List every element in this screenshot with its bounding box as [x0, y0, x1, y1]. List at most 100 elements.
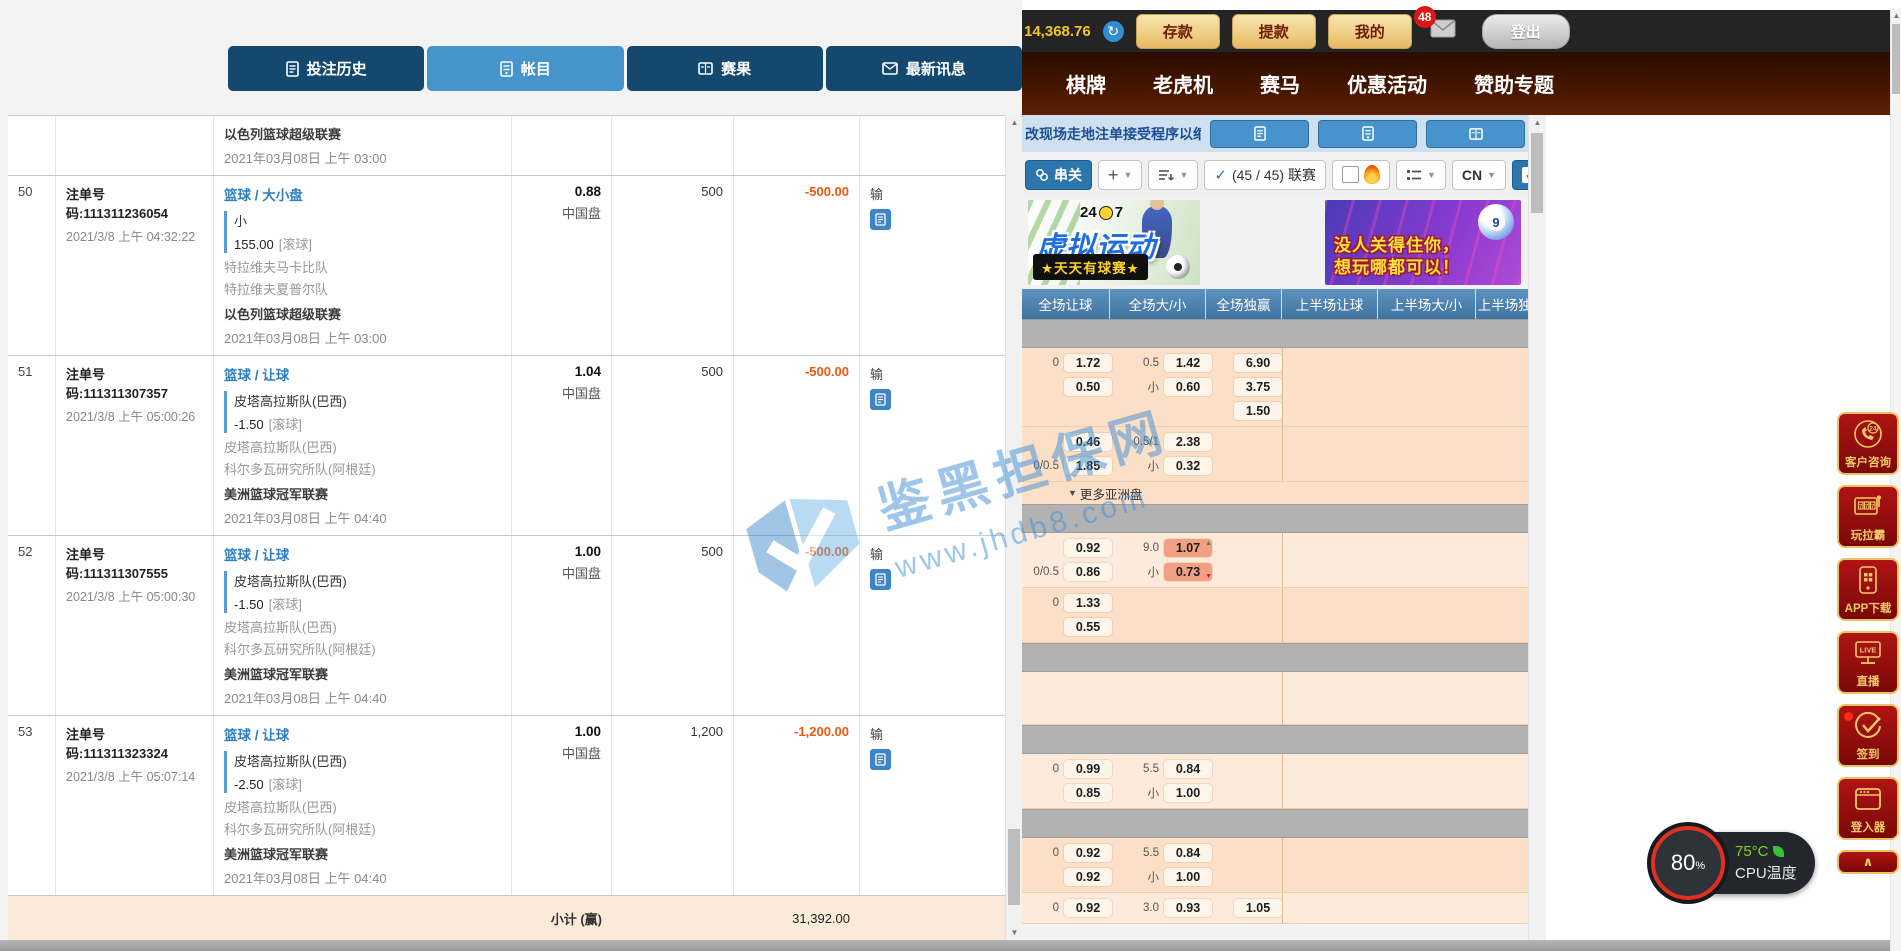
statement-view-button[interactable] [1318, 120, 1417, 148]
odds-block-right-area [1282, 588, 1528, 642]
nav-item-promotions[interactable]: 优惠活动 [1347, 69, 1427, 98]
odds-cell[interactable]: 0.84 [1164, 760, 1212, 778]
odds-cell[interactable]: 1.50 [1234, 402, 1282, 420]
odds-cell[interactable]: 2.38 [1164, 433, 1212, 451]
nav-item-slots[interactable]: 老虎机 [1153, 69, 1213, 98]
tab-account[interactable]: 帐目 [427, 46, 623, 91]
tab-results[interactable]: 赛果 [627, 46, 823, 91]
withdraw-button[interactable]: 提款 [1232, 14, 1316, 49]
odds-cell[interactable]: 1.05 [1234, 899, 1282, 917]
col-half-handicap[interactable]: 上半场让球 [1282, 289, 1378, 319]
col-half-moneyline[interactable]: 上半场独赢 [1476, 289, 1528, 319]
svg-text:LIVE: LIVE [1860, 646, 1877, 655]
slots-button[interactable]: 777 玩拉霸 [1837, 485, 1899, 548]
odds-cell[interactable]: 0.60 [1164, 378, 1212, 396]
language-selector[interactable]: CN ▼ [1452, 160, 1506, 190]
order-number: 注单号码:111311323324 [66, 727, 168, 761]
odds-cell[interactable]: 1.33 [1064, 594, 1112, 612]
betting-panel-scrollbar[interactable]: ▲ [1528, 115, 1546, 940]
quick-bet-toggle[interactable]: ✓ 快速投注 [1512, 160, 1528, 190]
odds-cell[interactable]: 1.72 [1064, 354, 1112, 372]
scrollbar-thumb[interactable] [1892, 24, 1900, 94]
odds-cell[interactable]: 1.00 [1164, 868, 1212, 886]
odds-cell[interactable]: 0.92 [1064, 899, 1112, 917]
view-mode-button[interactable]: ▼ [1396, 160, 1446, 190]
logout-button[interactable]: 登出 [1482, 14, 1570, 49]
subtotal-win-label: 小计 (赢) [8, 909, 612, 928]
nav-item-board-games[interactable]: 棋牌 [1066, 69, 1106, 98]
odds-cell[interactable]: 0.92 [1064, 868, 1112, 886]
market-link[interactable]: 篮球 / 让球 [224, 548, 289, 563]
bet-detail-icon[interactable] [870, 749, 891, 770]
scroll-up-arrow[interactable]: ▲ [1006, 115, 1023, 130]
check-in-button[interactable]: 签到 [1837, 704, 1899, 767]
scroll-up-arrow[interactable]: ▲ [1891, 8, 1901, 23]
live-stream-button[interactable]: LIVE 直播 [1837, 631, 1899, 694]
customer-service-button[interactable]: 24 客户咨询 [1837, 412, 1899, 475]
my-account-button[interactable]: 我的 [1328, 14, 1412, 49]
odds-cell[interactable]: 0.85 [1064, 784, 1112, 802]
odds-cell[interactable]: 0.46 [1064, 433, 1112, 451]
away-team: 特拉维夫夏普尔队 [224, 281, 501, 299]
col-full-handicap[interactable]: 全场让球 [1022, 289, 1110, 319]
tab-bet-history[interactable]: 投注历史 [228, 46, 424, 91]
odds-cell[interactable]: 0.92 [1064, 844, 1112, 862]
odds-cell[interactable]: 1.85 [1064, 457, 1112, 475]
scrollbar-thumb[interactable] [1008, 829, 1020, 905]
col-half-over-under[interactable]: 上半场大/小 [1378, 289, 1476, 319]
betslip-view-button[interactable] [1210, 120, 1309, 148]
away-team: 科尔多瓦研究所队(阿根廷) [224, 461, 501, 479]
launcher-button[interactable]: 登入器 [1837, 777, 1899, 840]
odds-cell[interactable]: 1.00 [1164, 784, 1212, 802]
scrollbar-thumb[interactable] [1531, 133, 1543, 213]
parlay-button[interactable]: 串关 [1025, 160, 1092, 190]
bet-detail-icon[interactable] [870, 569, 891, 590]
scroll-up-arrow[interactable]: ▲ [1529, 115, 1546, 130]
odds-block: 01.720.500.51.42小0.606.903.751.50 [1022, 348, 1528, 427]
play-anywhere-banner[interactable]: 9 没人关得住你， 想玩哪都可以！ [1325, 200, 1521, 285]
badge-7: 7 [1115, 204, 1123, 221]
app-download-button[interactable]: APP下载 [1837, 558, 1899, 621]
odds-cell[interactable]: 0.84 [1164, 844, 1212, 862]
odds-cell[interactable]: 1.07▲ [1164, 539, 1212, 557]
odds-cell[interactable]: 3.75 [1234, 378, 1282, 396]
deposit-button[interactable]: 存款 [1136, 14, 1220, 49]
left-panel-scrollbar[interactable]: ▲ ▼ [1005, 115, 1023, 940]
more-asian-handicap-link[interactable]: ▼更多亚洲盘 [1022, 482, 1528, 504]
hot-checkbox[interactable] [1342, 166, 1359, 183]
refresh-balance-icon[interactable]: ↻ [1103, 21, 1124, 42]
notice-bar: 改现场走地注单接受程序以缩短注 [1022, 115, 1528, 152]
odds-cell[interactable]: 0.92 [1064, 539, 1112, 557]
nav-item-horse-racing[interactable]: 赛马 [1260, 69, 1300, 98]
bet-detail-icon[interactable] [870, 209, 891, 230]
messages-button[interactable]: 48 [1430, 19, 1456, 43]
collapse-menu-button[interactable]: ∧ [1837, 850, 1899, 874]
floating-side-menu: 24 客户咨询 777 玩拉霸 APP下载 LIVE 直播 [1837, 412, 1899, 874]
market-link[interactable]: 篮球 / 让球 [224, 368, 289, 383]
odds-cell[interactable]: 6.90 [1234, 354, 1282, 372]
tab-latest-news[interactable]: 最新讯息 [826, 46, 1022, 91]
live-stream-icon: LIVE [1853, 633, 1883, 673]
scroll-down-arrow[interactable]: ▼ [1006, 925, 1023, 940]
odds-cell[interactable]: 0.86 [1064, 563, 1112, 581]
odds-cell[interactable]: 0.99 [1064, 760, 1112, 778]
league-filter-button[interactable]: ✓ (45 / 45) 联赛 [1204, 160, 1326, 190]
odds-cell[interactable]: 0.50 [1064, 378, 1112, 396]
odds-cell[interactable]: 0.93 [1164, 899, 1212, 917]
col-full-moneyline[interactable]: 全场独赢 [1206, 289, 1282, 319]
odds-cell[interactable]: 0.73▼ [1164, 563, 1212, 581]
market-link[interactable]: 篮球 / 大小盘 [224, 188, 303, 203]
results-view-button[interactable] [1426, 120, 1525, 148]
odds-cell[interactable]: 1.42 [1164, 354, 1212, 372]
sort-button[interactable]: ▼ [1148, 160, 1198, 190]
odds-cell[interactable]: 0.32 [1164, 457, 1212, 475]
add-market-button[interactable]: + ▼ [1098, 160, 1142, 190]
col-full-over-under[interactable]: 全场大/小 [1110, 289, 1206, 319]
hot-filter-button[interactable] [1332, 160, 1390, 190]
market-link[interactable]: 篮球 / 让球 [224, 728, 289, 743]
subtotal-win-value: 31,392.00 [734, 911, 860, 926]
nav-item-sponsorship[interactable]: 赞助专题 [1474, 69, 1554, 98]
virtual-sports-banner[interactable]: 247 虚拟运动 ★天天有球赛★ [1028, 200, 1200, 285]
bet-detail-icon[interactable] [870, 389, 891, 410]
odds-cell[interactable]: 0.55 [1064, 618, 1112, 636]
